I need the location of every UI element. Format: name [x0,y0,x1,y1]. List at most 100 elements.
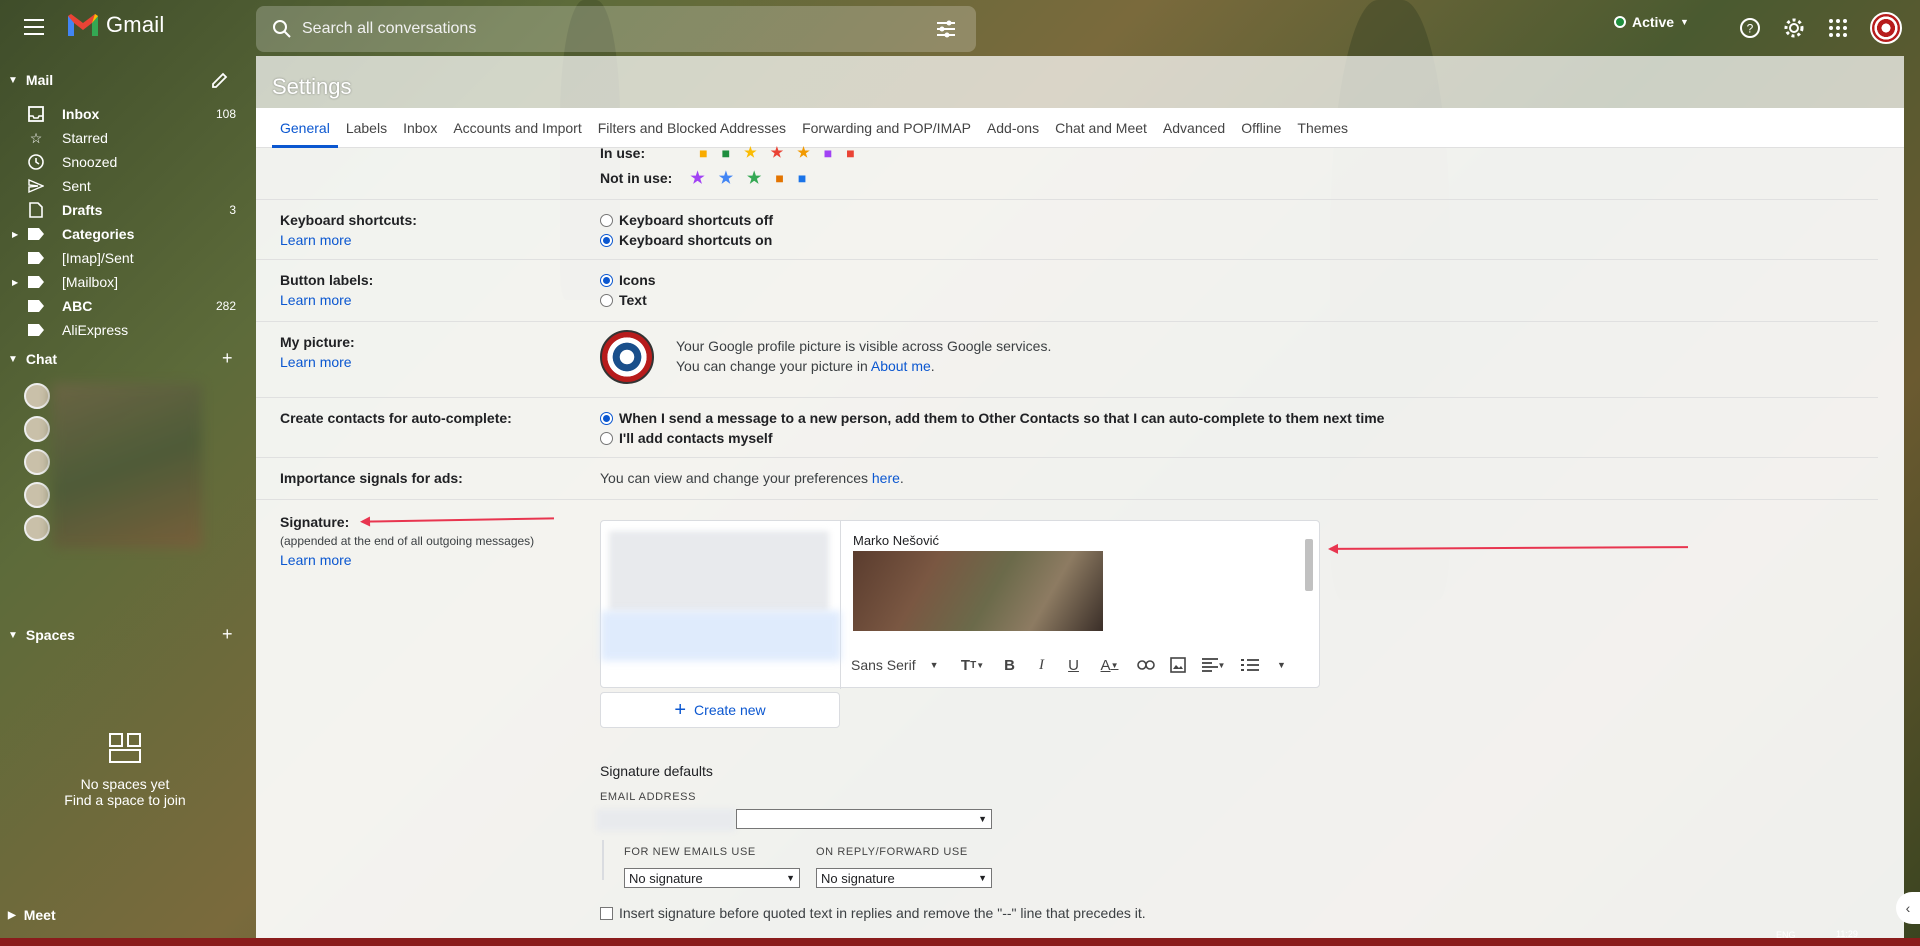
learn-more-link[interactable]: Learn more [280,232,417,248]
sidebar-item-imap-sent[interactable]: [Imap]/Sent [26,246,236,270]
chat-contact-avatar[interactable] [24,449,50,475]
tab-labels[interactable]: Labels [338,108,395,148]
gmail-logo[interactable]: Gmail [66,12,164,38]
editor-scrollbar[interactable] [1305,539,1313,591]
bold-icon[interactable]: B [997,652,1023,678]
tab-advanced[interactable]: Advanced [1155,108,1233,148]
green-star-icon[interactable]: ★ [747,168,761,188]
ads-here-link[interactable]: here [872,470,900,486]
icons-option[interactable]: Icons [600,270,656,290]
orange-star-icon[interactable]: ★ [797,144,810,161]
not-in-use-stars[interactable]: ★ ★ ★ ■ ■ [690,168,806,188]
chat-contact-avatar[interactable] [24,515,50,541]
text-color-icon[interactable]: A ▼ [1093,652,1127,678]
purple-star-icon[interactable]: ★ [690,168,704,188]
blue-info-icon[interactable]: ■ [798,170,806,186]
caret-right-icon[interactable]: ▶ [12,230,18,239]
font-family-select[interactable]: Sans Serif ▼ [851,657,939,673]
auto-add-contacts-option[interactable]: When I send a message to a new person, a… [600,408,1384,428]
learn-more-link[interactable]: Learn more [280,552,534,568]
sidebar-item-starred[interactable]: ☆ Starred [26,126,236,150]
more-formatting-icon[interactable]: ▼ [1269,652,1295,678]
manual-contacts-option[interactable]: I'll add contacts myself [600,428,1384,448]
search-icon[interactable] [262,6,302,52]
search-bar[interactable] [256,6,976,52]
green-check-icon[interactable]: ■ [722,145,730,161]
tab-offline[interactable]: Offline [1233,108,1289,148]
tab-filters[interactable]: Filters and Blocked Addresses [590,108,794,148]
search-input[interactable] [302,20,926,38]
about-me-link[interactable]: About me [871,358,931,374]
keyboard-on-option[interactable]: Keyboard shortcuts on [600,230,773,250]
chat-contact-avatar[interactable] [24,416,50,442]
reply-signature-select[interactable]: No signature ▼ [816,868,992,888]
link-icon[interactable] [1133,652,1159,678]
caret-right-icon[interactable]: ▶ [12,278,18,287]
account-avatar[interactable] [1870,12,1902,44]
radio-button[interactable] [600,233,613,247]
tab-addons[interactable]: Add-ons [979,108,1047,148]
new-emails-signature-select[interactable]: No signature ▼ [624,868,800,888]
sidebar-item-abc[interactable]: ABC 282 [26,294,236,318]
selected-signature-item[interactable] [601,611,841,661]
keyboard-off-option[interactable]: Keyboard shortcuts off [600,210,773,230]
tab-forwarding[interactable]: Forwarding and POP/IMAP [794,108,979,148]
chat-add-plus-icon[interactable]: + [222,348,233,369]
compose-pencil-icon[interactable] [206,66,234,94]
profile-picture[interactable] [600,330,654,384]
yellow-bang-icon[interactable]: ■ [699,145,707,161]
email-address-select[interactable]: ▼ [736,809,992,829]
signature-editor[interactable]: Marko Nešović [841,521,1321,641]
tab-general[interactable]: General [272,108,338,148]
red-star-icon[interactable]: ★ [771,144,784,161]
tab-inbox[interactable]: Inbox [395,108,445,148]
status-selector[interactable]: Active ▼ [1614,14,1689,30]
signature-list[interactable] [601,521,841,689]
mail-section-header[interactable]: ▼ Mail [8,72,53,88]
orange-guillemet-icon[interactable]: ■ [775,170,783,186]
sidebar-item-sent[interactable]: Sent [26,174,236,198]
radio-button[interactable] [600,431,613,445]
font-size-icon[interactable]: T T ▼ [955,652,991,678]
in-use-stars[interactable]: ■ ■ ★ ★ ★ ■ ■ [699,144,855,161]
underline-icon[interactable]: U [1061,652,1087,678]
main-menu-icon[interactable] [22,16,46,40]
insert-image-icon[interactable] [1165,652,1191,678]
apps-grid-icon[interactable] [1824,14,1852,42]
text-option[interactable]: Text [600,290,656,310]
blue-star-icon[interactable]: ★ [719,168,733,188]
learn-more-link[interactable]: Learn more [280,292,373,308]
create-new-signature-button[interactable]: + Create new [600,692,840,728]
help-icon[interactable]: ? [1736,14,1764,42]
sidebar-item-drafts[interactable]: Drafts 3 [26,198,236,222]
side-panel-toggle-icon[interactable]: ‹ [1896,892,1920,924]
radio-button[interactable] [600,213,613,227]
sidebar-item-inbox[interactable]: Inbox 108 [26,102,236,126]
taskbar-language[interactable]: ENG [1776,930,1796,940]
chat-section-header[interactable]: ▼ Chat [8,351,57,367]
sidebar-item-mailbox[interactable]: ▶ [Mailbox] [12,270,236,294]
spaces-add-plus-icon[interactable]: + [222,624,233,645]
spaces-section-header[interactable]: ▼ Spaces [8,627,75,643]
tab-themes[interactable]: Themes [1289,108,1356,148]
chat-contact-avatar[interactable] [24,383,50,409]
search-options-icon[interactable] [926,6,966,52]
italic-icon[interactable]: I [1029,652,1055,678]
chat-contact-avatar[interactable] [24,482,50,508]
radio-button[interactable] [600,411,613,425]
settings-gear-icon[interactable] [1780,14,1808,42]
radio-button[interactable] [600,293,613,307]
radio-button[interactable] [600,273,613,287]
yellow-star-icon[interactable]: ★ [744,144,757,161]
red-bang-icon[interactable]: ■ [846,145,854,161]
checkbox[interactable] [600,906,613,920]
tab-accounts-import[interactable]: Accounts and Import [445,108,589,148]
meet-section-header[interactable]: ▶ Meet [8,907,56,923]
sidebar-item-categories[interactable]: ▶ Categories [12,222,236,246]
sidebar-item-snoozed[interactable]: Snoozed [26,150,236,174]
align-icon[interactable]: ▼ [1197,652,1231,678]
find-space-link[interactable]: Find a space to join [40,792,210,808]
taskbar-clock[interactable]: 11:29 [1836,929,1858,939]
tab-chat-meet[interactable]: Chat and Meet [1047,108,1155,148]
numbered-list-icon[interactable] [1237,652,1263,678]
